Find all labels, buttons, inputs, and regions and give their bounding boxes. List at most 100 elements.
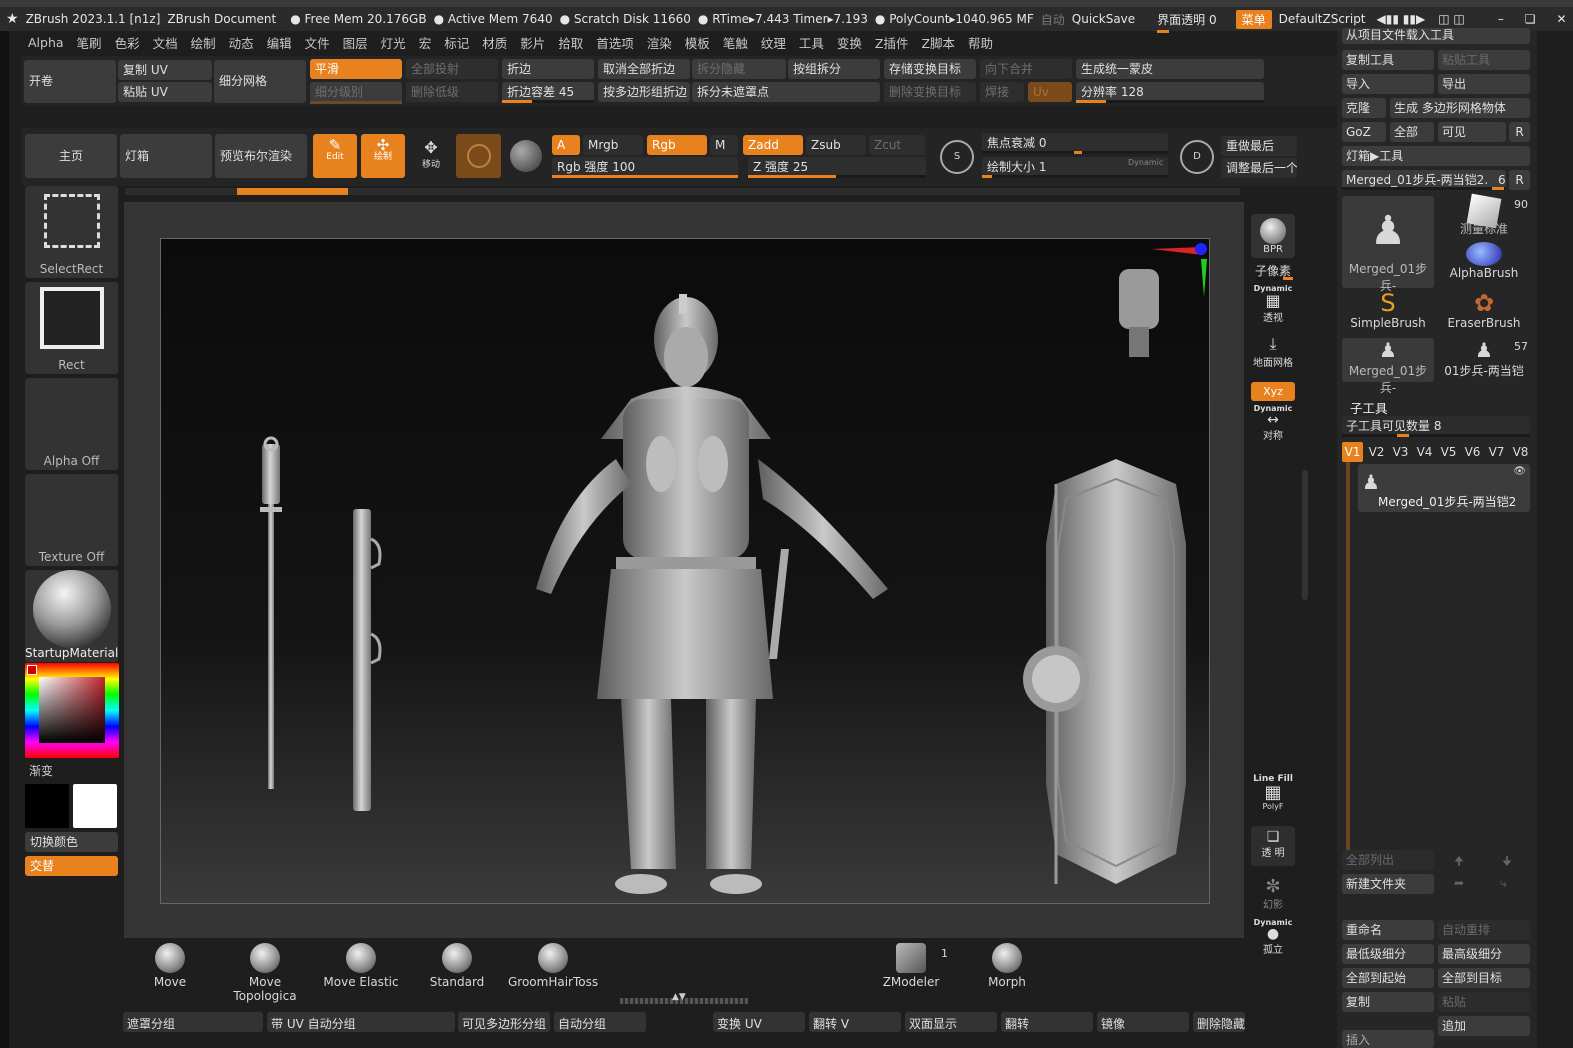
subtool-header[interactable]: 子工具 [1350,398,1388,417]
import-button[interactable]: 导入 [1342,74,1434,94]
new-folder-button[interactable]: 新建文件夹 [1342,874,1434,894]
menu-item[interactable]: 笔刷 [77,33,102,52]
quicksave-button[interactable]: QuickSave [1072,12,1135,26]
gradient-label[interactable]: 渐变 [29,762,53,779]
project-all-button[interactable]: 全部投射 [406,59,498,79]
paste-subtool-button[interactable]: 粘贴 [1438,992,1530,1012]
subtool-visible-slider[interactable]: 子工具可见数量 8 [1342,416,1530,436]
switch-color-button[interactable]: 切换颜色 [25,832,118,852]
tool-thumb-soldier[interactable]: ♟ 01步兵-两当铠 57 [1438,338,1530,382]
uv-button[interactable]: Uv [1028,82,1072,102]
shelf-scroll-handle[interactable]: ▲▼ [620,992,748,1004]
store-morph-target-button[interactable]: 存储变换目标 [884,59,976,79]
maximize-icon[interactable]: ❏ [1525,12,1536,26]
current-tool-track[interactable] [1342,187,1506,190]
minimize-icon[interactable]: – [1498,12,1504,26]
bpr-button[interactable]: BPR [1251,214,1295,258]
tool-panel-scrollbar[interactable] [1346,460,1350,850]
export-button[interactable]: 导出 [1438,74,1530,94]
mask-groups-button[interactable]: 遮罩分组 [123,1012,263,1032]
material-picker[interactable]: StartupMaterial [25,570,118,662]
open-button[interactable]: 开卷 [24,60,116,103]
menu-item[interactable]: 模板 [685,33,710,52]
menu-item[interactable]: 文件 [305,33,330,52]
menu-item[interactable]: 帮助 [968,33,993,52]
version-tab-v5[interactable]: V5 [1438,442,1459,462]
auto-reorder-button[interactable]: 自动重排 [1438,920,1530,940]
auto-groups-button[interactable]: 自动分组 [554,1012,646,1032]
all-to-start-button[interactable]: 全部到起始 [1342,968,1434,988]
version-tab-v8[interactable]: V8 [1510,442,1531,462]
crease-polygroups-button[interactable]: 按多边形组折边 [598,82,690,102]
redo-last-button[interactable]: 重做最后 [1221,136,1297,156]
edit-mode-button[interactable]: ✎ Edit [313,134,357,178]
tool-thumb-merged-2[interactable]: ♟ Merged_01步兵- [1342,338,1434,395]
zcut-toggle[interactable]: Zcut [869,135,925,155]
menu-item[interactable]: 动态 [229,33,254,52]
uncrease-all-button[interactable]: 取消全部折边 [598,59,690,79]
ghost-button[interactable]: ✼ 幻影 [1251,878,1295,912]
transform-uv-button[interactable]: 变换 UV [713,1012,805,1032]
symmetry-button[interactable]: Dynamic ↔ 对称 [1251,404,1295,442]
close-icon[interactable]: ✕ [1556,12,1566,26]
delete-hidden-button[interactable]: 删除隐藏 [1193,1012,1245,1032]
lowest-subdiv-button[interactable]: 最低级细分 [1342,944,1434,964]
rgb-toggle[interactable]: Rgb [647,135,707,155]
window-layout-icon[interactable]: ◫ ◫ [1438,12,1465,26]
paste-uv-button[interactable]: 粘贴 UV [118,82,212,102]
subdiv-level-slider[interactable]: 细分级别 [310,82,402,102]
groups-split-button[interactable]: 按组拆分 [788,59,880,79]
focal-shift-track[interactable] [982,151,1168,154]
chevron-up-down-icon[interactable]: ▲▼ [672,992,686,1002]
menu-item[interactable]: 图层 [343,33,368,52]
split-unmasked-button[interactable]: 拆分未遮罩点 [692,82,880,102]
mrgb-toggle[interactable]: Mrgb [583,135,643,155]
subtool-item[interactable]: ♟ 👁 Merged_01步兵-两当铠2 [1358,464,1530,512]
brush-move-elastic[interactable]: Move Elastic [316,943,406,989]
menu-item[interactable]: 影片 [520,33,545,52]
menu-item[interactable]: 纹理 [761,33,786,52]
move-up-icon[interactable]: 🠉 [1454,852,1464,873]
smooth-toggle[interactable]: 平滑 [310,59,402,79]
move-mode-button[interactable]: ✥ 移动 [411,138,451,178]
menu-item[interactable]: 材质 [482,33,507,52]
texture-picker[interactable]: Texture Off [25,474,118,566]
focal-shift-icon[interactable]: S [940,140,974,174]
menu-item[interactable]: 变换 [837,33,862,52]
menu-item[interactable]: 绘制 [191,33,216,52]
mirror-button[interactable]: 镜像 [1097,1012,1189,1032]
crease-button[interactable]: 折边 [502,59,594,79]
menu-item[interactable]: 文档 [153,33,178,52]
resolution-slider[interactable]: 分辨率 128 [1076,82,1264,102]
highest-subdiv-button[interactable]: 最高级细分 [1438,944,1530,964]
default-zscript[interactable]: DefaultZScript [1279,12,1366,26]
floor-grid-button[interactable]: ⤓ 地面网格 [1251,334,1295,369]
menu-item[interactable]: 宏 [419,33,432,52]
visible-polygroups-button[interactable]: 可见多边形分组 [458,1012,550,1032]
xyz-button[interactable]: Xyz [1251,382,1295,401]
menu-item[interactable]: 编辑 [267,33,292,52]
zsub-toggle[interactable]: Zsub [806,135,866,155]
lightbox-tab[interactable]: 灯箱 [120,134,212,178]
preview-boolean-render-button[interactable]: 预览布尔渲染 [215,134,307,178]
goz-visible-button[interactable]: 可见 [1438,122,1506,142]
auto-groups-uv-button[interactable]: 带 UV 自动分组 [267,1012,455,1032]
transparency-button[interactable]: ❏ 透 明 [1251,826,1295,866]
tool-thumb-alphabrush[interactable]: AlphaBrush [1438,242,1530,286]
rgb-intensity-track[interactable] [552,175,738,178]
linefill-button[interactable]: Line Fill ▦ PolyF [1251,774,1295,811]
zbrush-logo-icon[interactable]: ★ [6,11,19,27]
flip-v-button[interactable]: 翻转 V [809,1012,901,1032]
move-down-icon[interactable]: 🠋 [1502,852,1512,873]
rgb-intensity-slider[interactable]: Rgb 强度 100 [552,157,738,177]
z-intensity-track[interactable] [748,175,926,178]
draw-mode-button[interactable]: ✣ 绘制 [361,134,405,178]
document-canvas[interactable] [160,238,1210,904]
subpixel-slider[interactable] [1255,277,1295,280]
folder-return-icon[interactable]: ⤷ [1500,876,1507,891]
dynamic-label[interactable]: Dynamic [1128,158,1163,167]
double-sided-button[interactable]: 双面显示 [905,1012,997,1032]
duplicate-button[interactable]: 复制 [1342,992,1434,1012]
version-tab-v6[interactable]: V6 [1462,442,1483,462]
brush-standard[interactable]: Standard [412,943,502,989]
